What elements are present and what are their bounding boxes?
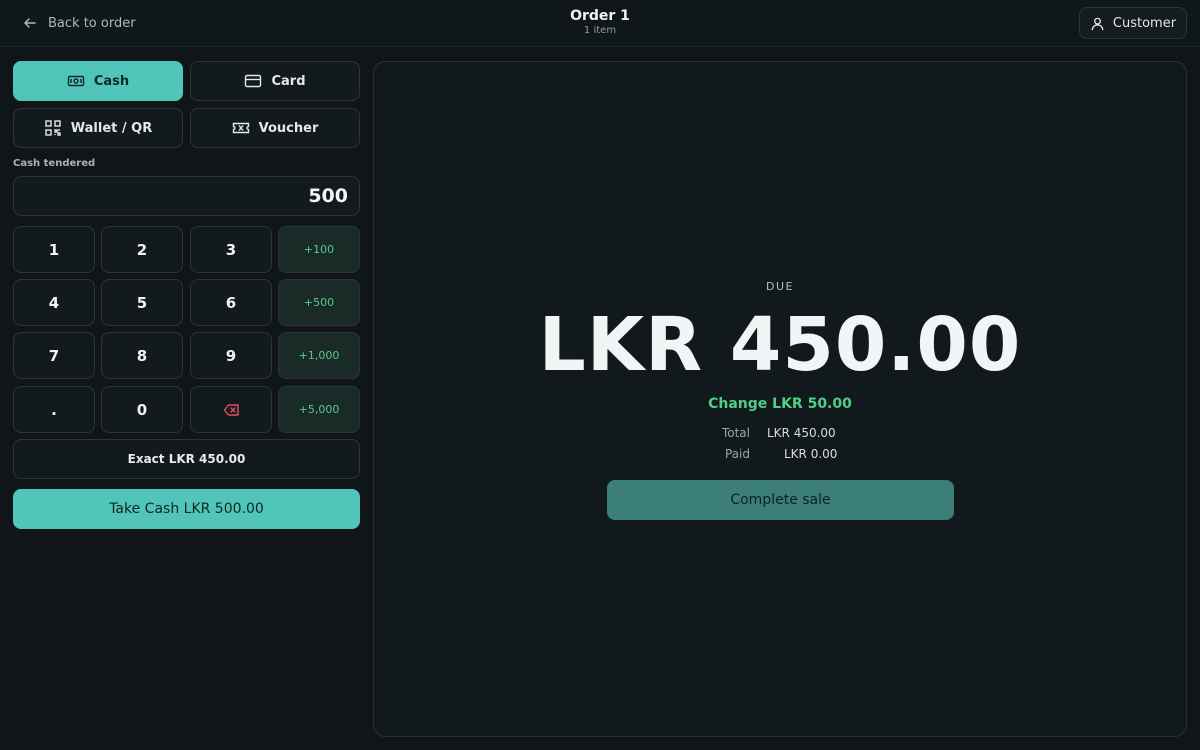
banknote-icon [67,75,85,87]
payment-method-wallet-qr[interactable]: Wallet / QR [13,108,183,148]
payment-method-voucher[interactable]: Voucher [190,108,360,148]
customer-label: Customer [1112,15,1177,31]
payment-method-card[interactable]: Card [190,61,360,101]
cash-tendered-input[interactable]: 500 [13,176,360,216]
keypad-key-8[interactable]: 8 [101,332,183,379]
payment-method-label: Cash [93,73,130,89]
keypad-key-9[interactable]: 9 [190,332,272,379]
change-amount: Change LKR 50.00 [708,396,852,412]
user-icon [1091,17,1104,30]
payment-method-label: Voucher [258,120,319,136]
total-value: LKR 450.00 [767,426,836,440]
header: Back to order Order 1 1 item Customer [0,0,1200,47]
keypad-key-1[interactable]: 1 [13,226,95,273]
keypad-backspace-button[interactable] [190,386,272,433]
ticket-icon [232,122,249,134]
total-row: Total LKR 450.00 [374,426,1186,442]
payment-method-cash[interactable]: Cash [13,61,183,101]
credit-card-icon [245,74,262,88]
keypad-key-3[interactable]: 3 [190,226,272,273]
qr-code-icon [45,120,61,136]
keypad-key-5[interactable]: 5 [101,279,183,326]
quick-add-500-button[interactable]: +500 [278,279,360,326]
keypad-key-decimal[interactable]: . [13,386,95,433]
keypad-key-0[interactable]: 0 [101,386,183,433]
backspace-icon [223,403,239,416]
payment-method-label: Wallet / QR [70,120,153,136]
exact-amount-button[interactable]: Exact LKR 450.00 [13,439,360,479]
due-amount: LKR 450.00 [538,302,1022,388]
customer-button[interactable]: Customer [1079,7,1187,39]
page-title: Order 1 [570,8,630,24]
paid-row: Paid LKR 0.00 [374,447,1186,463]
quick-add-5000-button[interactable]: +5,000 [278,386,360,433]
quick-add-100-button[interactable]: +100 [278,226,360,273]
paid-label: Paid [724,447,750,461]
take-cash-button[interactable]: Take Cash LKR 500.00 [13,489,360,529]
quick-add-1000-button[interactable]: +1,000 [278,332,360,379]
complete-sale-button[interactable]: Complete sale [607,480,954,520]
item-count: 1 item [583,25,617,36]
due-label: DUE [766,280,794,293]
payment-screen: Back to order Order 1 1 item Customer Ca… [0,0,1200,750]
payment-summary-panel: DUE LKR 450.00 Change LKR 50.00 Total LK… [373,61,1187,737]
paid-value: LKR 0.00 [784,447,838,461]
keypad-key-6[interactable]: 6 [190,279,272,326]
keypad-key-7[interactable]: 7 [13,332,95,379]
payment-method-label: Card [271,73,306,89]
cash-tendered-label: Cash tendered [13,158,96,169]
order-title-block: Order 1 1 item [0,8,1200,37]
keypad-key-4[interactable]: 4 [13,279,95,326]
total-label: Total [721,426,750,440]
keypad-key-2[interactable]: 2 [101,226,183,273]
